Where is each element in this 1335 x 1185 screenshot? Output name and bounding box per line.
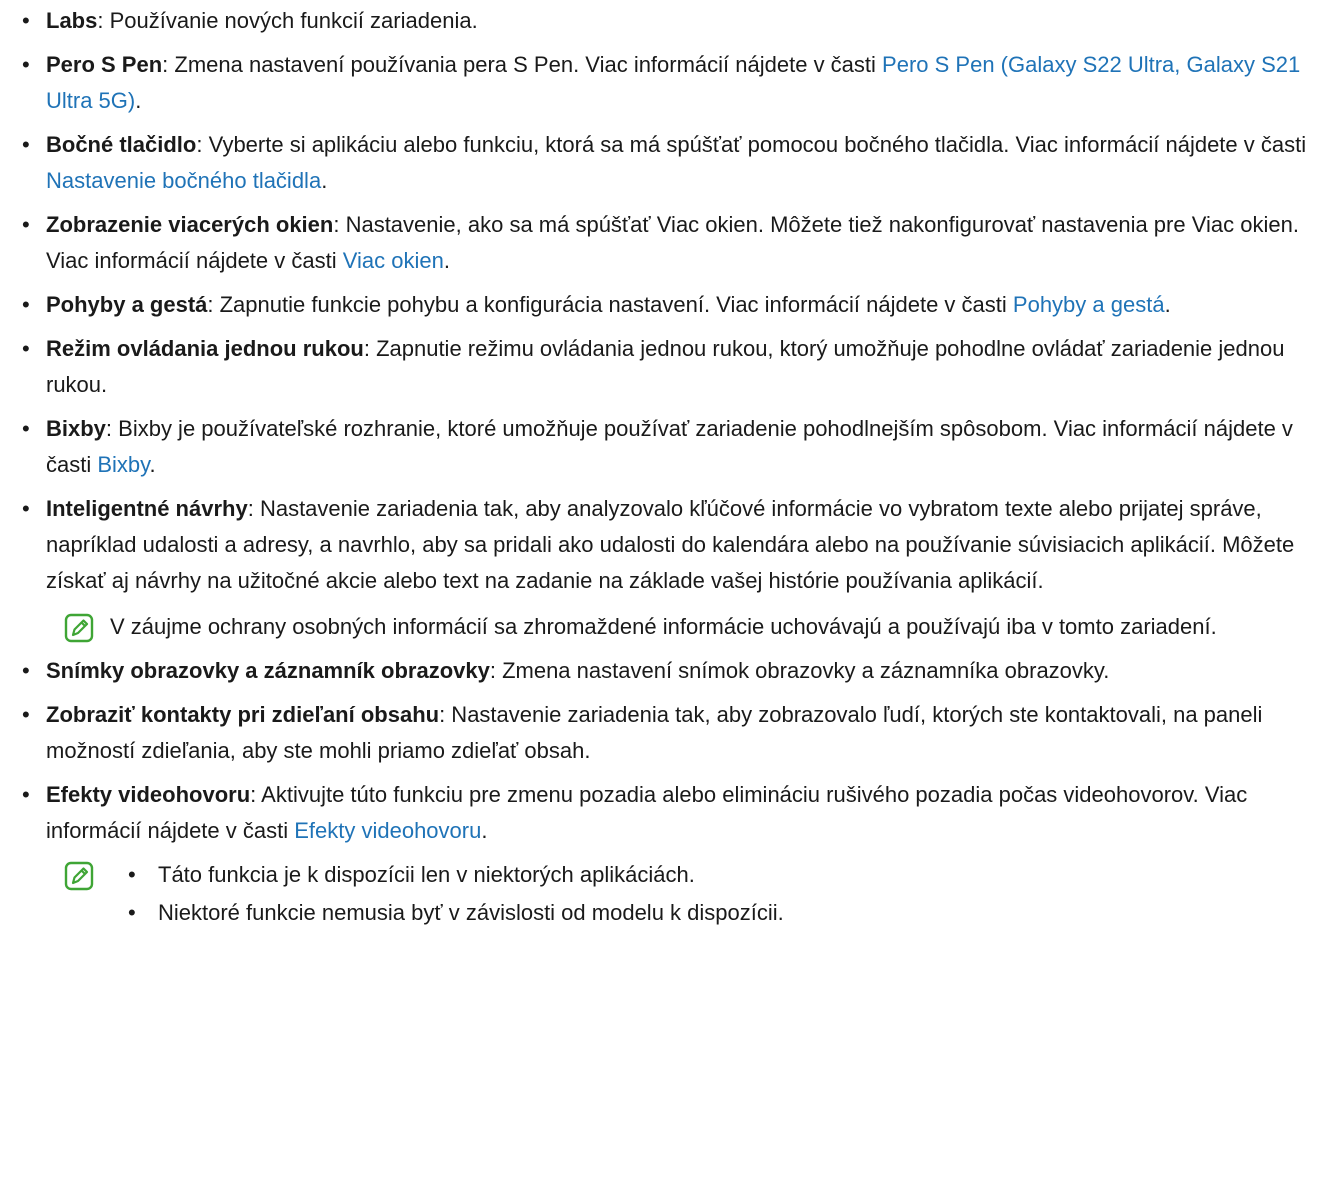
list-item-one-handed: • Režim ovládania jednou rukou: Zapnutie… [22, 331, 1322, 403]
item-term: Zobrazenie viacerých okien [46, 212, 334, 237]
bullet: • [22, 416, 30, 441]
item-term: Pero S Pen [46, 52, 163, 77]
list-item-video-call-effects: • Efekty videohovoru: Aktivujte túto fun… [22, 777, 1322, 849]
bullet: • [128, 900, 136, 925]
list-item-bixby: • Bixby: Bixby je používateľské rozhrani… [22, 411, 1322, 483]
link-side-button[interactable]: Nastavenie bočného tlačidla [46, 168, 321, 193]
item-text: : Zmena nastavení používania pera S Pen.… [162, 52, 883, 77]
link-motions[interactable]: Pohyby a gestá [1013, 292, 1165, 317]
note-pencil-icon [64, 861, 94, 891]
bullet: • [22, 292, 30, 317]
list-item-screenshots: • Snímky obrazovky a záznamník obrazovky… [22, 653, 1322, 689]
bullet: • [22, 782, 30, 807]
list-item-s-pen: • Pero S Pen: Zmena nastavení používania… [22, 47, 1322, 119]
note-sub-text: Niektoré funkcie nemusia byť v závislost… [158, 900, 784, 925]
list-item-labs: • Labs: Používanie nových funkcií zariad… [22, 3, 1322, 39]
list-item-motions: • Pohyby a gestá: Zapnutie funkcie pohyb… [22, 287, 1322, 323]
list-item-share-contacts: • Zobraziť kontakty pri zdieľaní obsahu:… [22, 697, 1322, 769]
item-tail: . [443, 248, 450, 273]
link-bixby[interactable]: Bixby [97, 452, 149, 477]
item-term: Zobraziť kontakty pri zdieľaní obsahu [46, 702, 440, 727]
item-term: Labs [46, 8, 98, 33]
note-pencil-icon [64, 613, 94, 643]
list-item-multi-window: • Zobrazenie viacerých okien: Nastavenie… [22, 207, 1322, 279]
item-text: : Zapnutie funkcie pohybu a konfigurácia… [207, 292, 1013, 317]
note-video-effects: • Táto funkcia je k dispozícii len v nie… [22, 857, 1322, 931]
item-text: : Bixby je používateľské rozhranie, ktor… [46, 416, 1293, 477]
item-term: Režim ovládania jednou rukou [46, 336, 364, 361]
note-text: V záujme ochrany osobných informácií sa … [110, 614, 1217, 639]
bullet: • [22, 132, 30, 157]
bullet: • [22, 336, 30, 361]
item-term: Bixby [46, 416, 106, 441]
note-sub-item: • Niektoré funkcie nemusia byť v závislo… [110, 895, 1322, 931]
item-text: : Vyberte si aplikáciu alebo funkciu, kt… [196, 132, 1307, 157]
bullet: • [22, 8, 30, 33]
bullet: • [22, 52, 30, 77]
list-item-smart-suggestions: • Inteligentné návrhy: Nastavenie zariad… [22, 491, 1322, 599]
item-text: : Používanie nových funkcií zariadenia. [97, 8, 478, 33]
bullet: • [22, 702, 30, 727]
bullet: • [128, 862, 136, 887]
bullet: • [22, 496, 30, 521]
item-tail: . [1164, 292, 1171, 317]
bullet: • [22, 212, 30, 237]
link-multi-window[interactable]: Viac okien [343, 248, 444, 273]
note-privacy: V záujme ochrany osobných informácií sa … [22, 609, 1322, 645]
item-term: Bočné tlačidlo [46, 132, 197, 157]
item-text: : Zmena nastavení snímok obrazovky a záz… [489, 658, 1110, 683]
bullet: • [22, 658, 30, 683]
item-tail: . [149, 452, 156, 477]
link-video-call-effects[interactable]: Efekty videohovoru [294, 818, 481, 843]
document-body: • Labs: Používanie nových funkcií zariad… [22, 0, 1322, 933]
item-tail: . [321, 168, 328, 193]
note-sub-item: • Táto funkcia je k dispozícii len v nie… [110, 857, 1322, 893]
note-sub-text: Táto funkcia je k dispozícii len v niekt… [158, 862, 695, 887]
list-item-side-button: • Bočné tlačidlo: Vyberte si aplikáciu a… [22, 127, 1322, 199]
item-tail: . [135, 88, 142, 113]
item-term: Pohyby a gestá [46, 292, 208, 317]
item-tail: . [481, 818, 488, 843]
item-term: Inteligentné návrhy [46, 496, 248, 521]
item-term: Snímky obrazovky a záznamník obrazovky [46, 658, 490, 683]
item-term: Efekty videohovoru [46, 782, 251, 807]
